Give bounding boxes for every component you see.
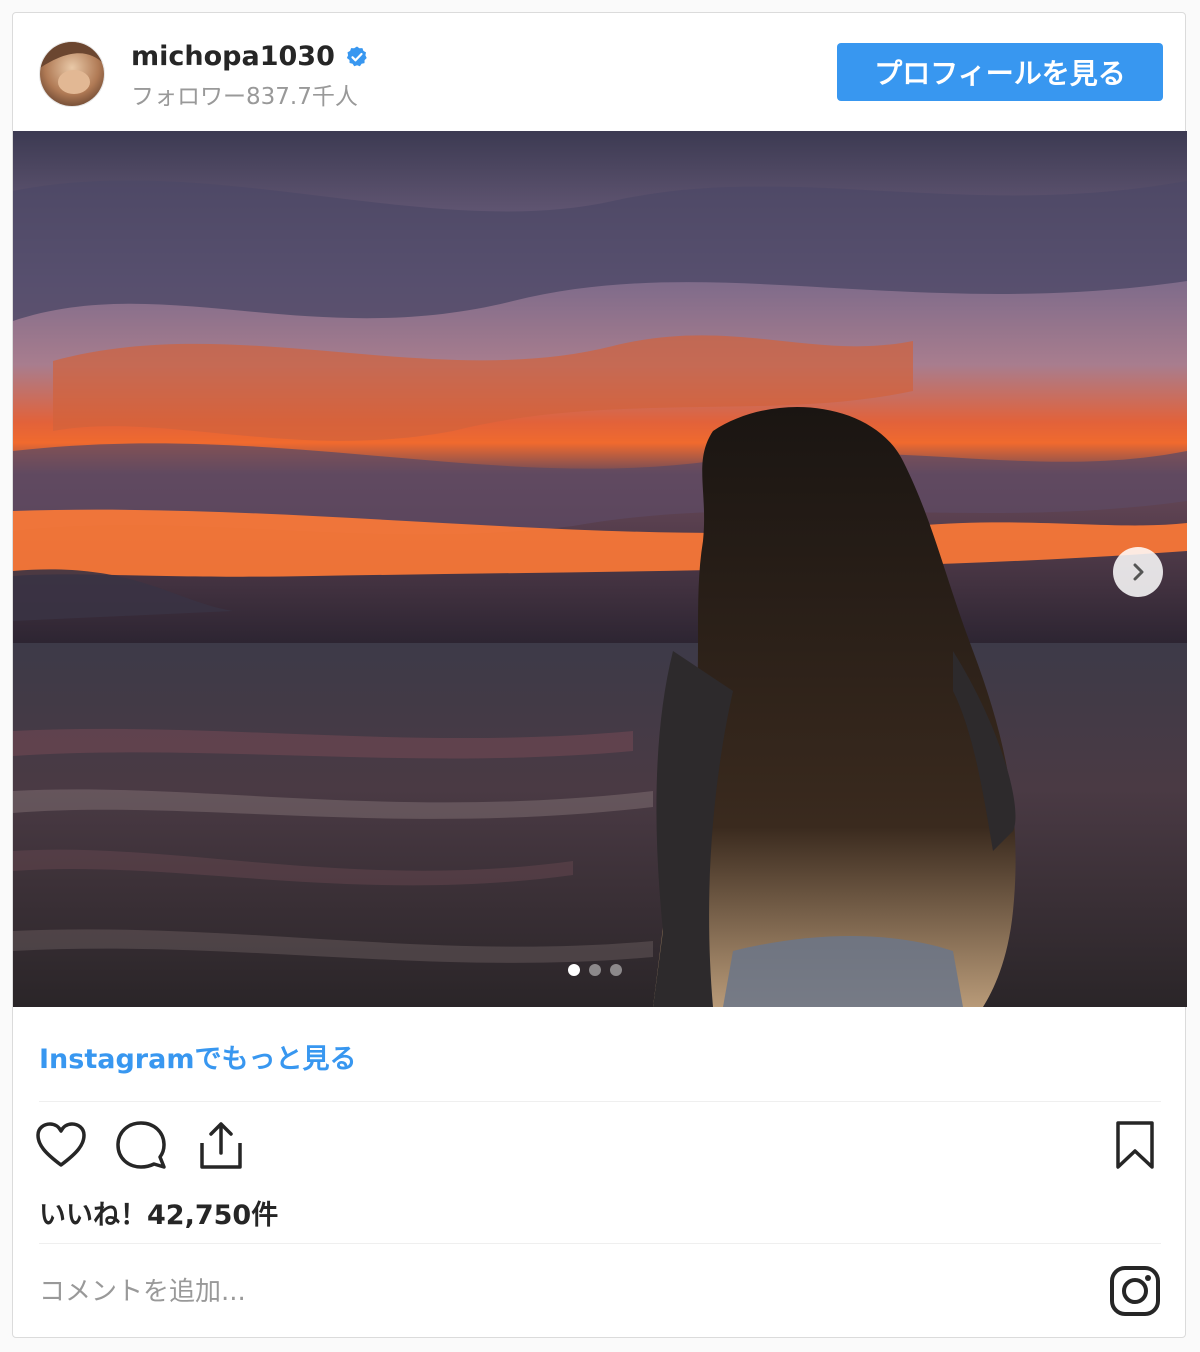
- share-icon: [200, 1122, 242, 1169]
- save-button[interactable]: [1107, 1117, 1163, 1173]
- comment-button[interactable]: [113, 1117, 169, 1173]
- divider: [39, 1101, 1161, 1102]
- like-count: いいね！42,750件: [39, 1200, 279, 1231]
- avatar[interactable]: [39, 41, 105, 107]
- carousel-dot-active: [568, 964, 580, 976]
- bookmark-icon: [1116, 1121, 1154, 1169]
- instagram-embed-card: michopa1030 フォロワー837.7千人 プロフィールを見る Insta…: [12, 12, 1187, 1338]
- comment-input[interactable]: [39, 1269, 1039, 1315]
- comment-bubble-icon: [116, 1121, 166, 1169]
- carousel-dot: [589, 964, 601, 976]
- chevron-right-icon: [1133, 563, 1144, 581]
- carousel-indicator: [568, 964, 622, 976]
- instagram-logo-icon[interactable]: [1109, 1265, 1161, 1317]
- like-button[interactable]: [33, 1117, 89, 1173]
- next-photo-button[interactable]: [1113, 547, 1163, 597]
- username-text[interactable]: michopa1030: [131, 41, 335, 72]
- sunset-beach-photo: [13, 131, 1187, 1007]
- heart-icon: [36, 1122, 86, 1167]
- username[interactable]: michopa1030: [131, 41, 369, 72]
- share-button[interactable]: [193, 1117, 249, 1173]
- verified-badge-icon: [346, 46, 367, 66]
- follower-count: フォロワー837.7千人: [131, 84, 358, 110]
- carousel-dot: [610, 964, 622, 976]
- post-header: michopa1030 フォロワー837.7千人 プロフィールを見る: [13, 13, 1185, 131]
- divider: [39, 1243, 1161, 1244]
- post-photo[interactable]: [13, 131, 1187, 1007]
- view-profile-button[interactable]: プロフィールを見る: [837, 43, 1163, 101]
- view-more-on-instagram-link[interactable]: Instagramでもっと見る: [39, 1037, 356, 1076]
- action-bar: [33, 1117, 249, 1173]
